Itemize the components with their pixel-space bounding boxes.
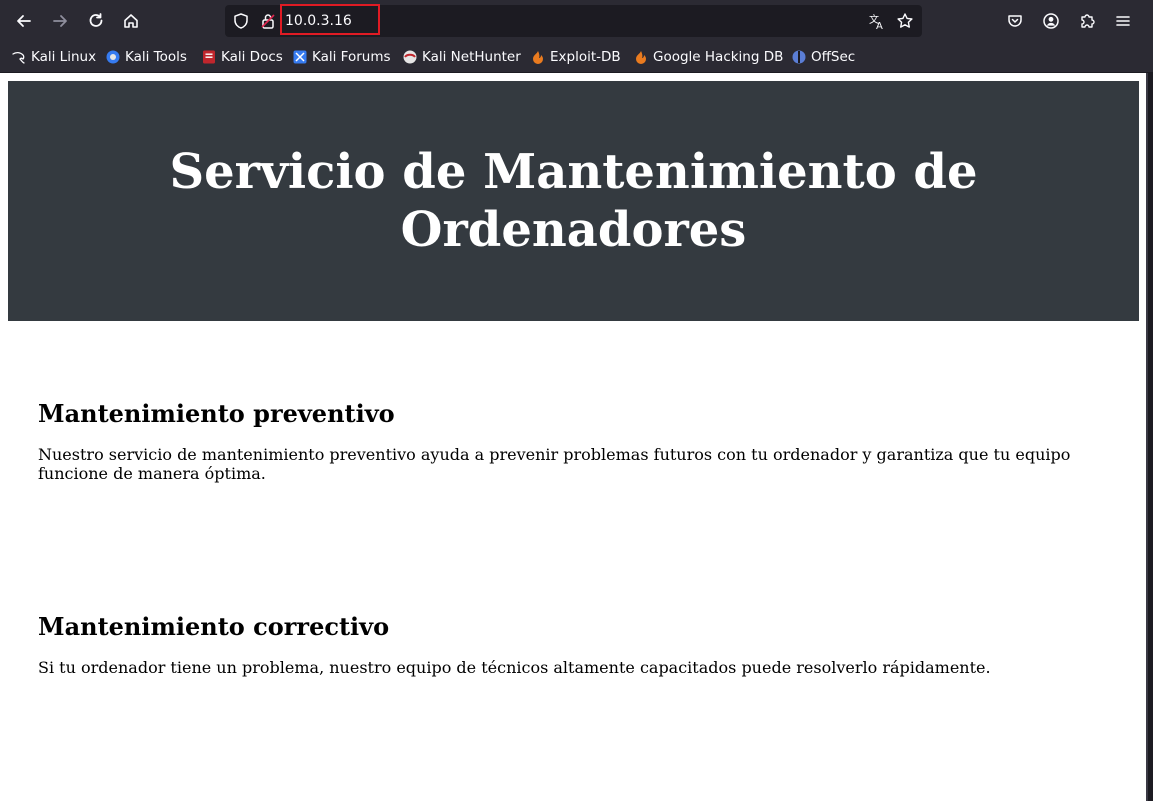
kali-tools-icon [106,50,120,64]
section-text: Si tu ordenador tiene un problema, nuest… [38,658,991,677]
bookmark-label: Kali Linux [31,49,97,65]
bookmark-kali-nethunter[interactable]: Kali NetHunter [403,48,521,66]
reload-button[interactable] [83,8,109,34]
offsec-icon [792,50,806,64]
bookmark-label: Exploit-DB [550,49,621,65]
bookmark-kali-linux[interactable]: Kali Linux [12,48,96,66]
bookmark-kali-docs[interactable]: Kali Docs [202,48,283,66]
kali-docs-icon [203,50,215,64]
pocket-button[interactable] [1002,8,1028,34]
section-corrective: Mantenimiento correctivo Si tu ordenador… [38,612,1098,677]
bookmark-offsec[interactable]: OffSec [792,48,855,66]
pocket-icon [1008,15,1022,27]
page-header: Servicio de Mantenimiento de Ordenadores [8,81,1139,321]
bookmark-label: Google Hacking DB [653,49,784,65]
kali-dragon-icon [12,51,25,64]
forward-arrow-icon [53,15,67,27]
bookmark-label: Kali Docs [221,49,283,65]
google-hacking-db-icon [636,51,646,64]
bookmark-kali-tools[interactable]: Kali Tools [106,48,187,66]
back-button[interactable] [11,8,37,34]
page-viewport: Servicio de Mantenimiento de Ordenadores… [0,73,1146,801]
reload-icon [89,13,103,27]
puzzle-icon [1081,14,1095,28]
section-title: Mantenimiento preventivo [38,399,395,428]
bookmark-kali-forums[interactable]: Kali Forums [293,48,391,66]
page-title: Servicio de Mantenimiento de Ordenadores [169,144,978,258]
shield-icon[interactable] [232,12,250,30]
account-button[interactable] [1038,8,1064,34]
home-icon [124,14,138,28]
back-arrow-icon [17,15,31,27]
insecure-lock-icon[interactable] [259,12,277,30]
exploit-db-icon [533,51,543,64]
window-border [1146,73,1148,801]
bookmark-star-icon[interactable] [896,12,914,30]
kali-forums-icon [293,50,307,64]
translate-icon[interactable]: 文A [868,12,886,30]
browser-toolbar: 10.0.3.16 文A [0,0,1153,42]
bookmarks-toolbar: Kali Linux Kali Tools Kali Docs Kali For… [0,42,1153,73]
url-highlight-box [280,4,380,35]
forward-button[interactable] [47,8,73,34]
bookmark-label: Kali NetHunter [422,49,521,65]
bookmark-label: Kali Tools [125,49,187,65]
bookmark-exploit-db[interactable]: Exploit-DB [531,48,621,66]
adjacent-window-edge [1146,73,1153,801]
svg-text:A: A [876,21,883,30]
bookmark-google-hacking-db[interactable]: Google Hacking DB [634,48,783,66]
section-title: Mantenimiento correctivo [38,612,390,641]
section-preventive: Mantenimiento preventivo Nuestro servici… [38,399,1098,483]
menu-button[interactable] [1110,8,1136,34]
account-icon [1043,13,1059,29]
kali-nethunter-icon [403,50,417,64]
section-text: Nuestro servicio de mantenimiento preven… [38,445,1071,483]
bookmark-label: Kali Forums [312,49,391,65]
bookmark-label: OffSec [811,49,856,65]
extensions-button[interactable] [1074,8,1100,34]
home-button[interactable] [118,8,144,34]
hamburger-menu-icon [1116,16,1130,26]
